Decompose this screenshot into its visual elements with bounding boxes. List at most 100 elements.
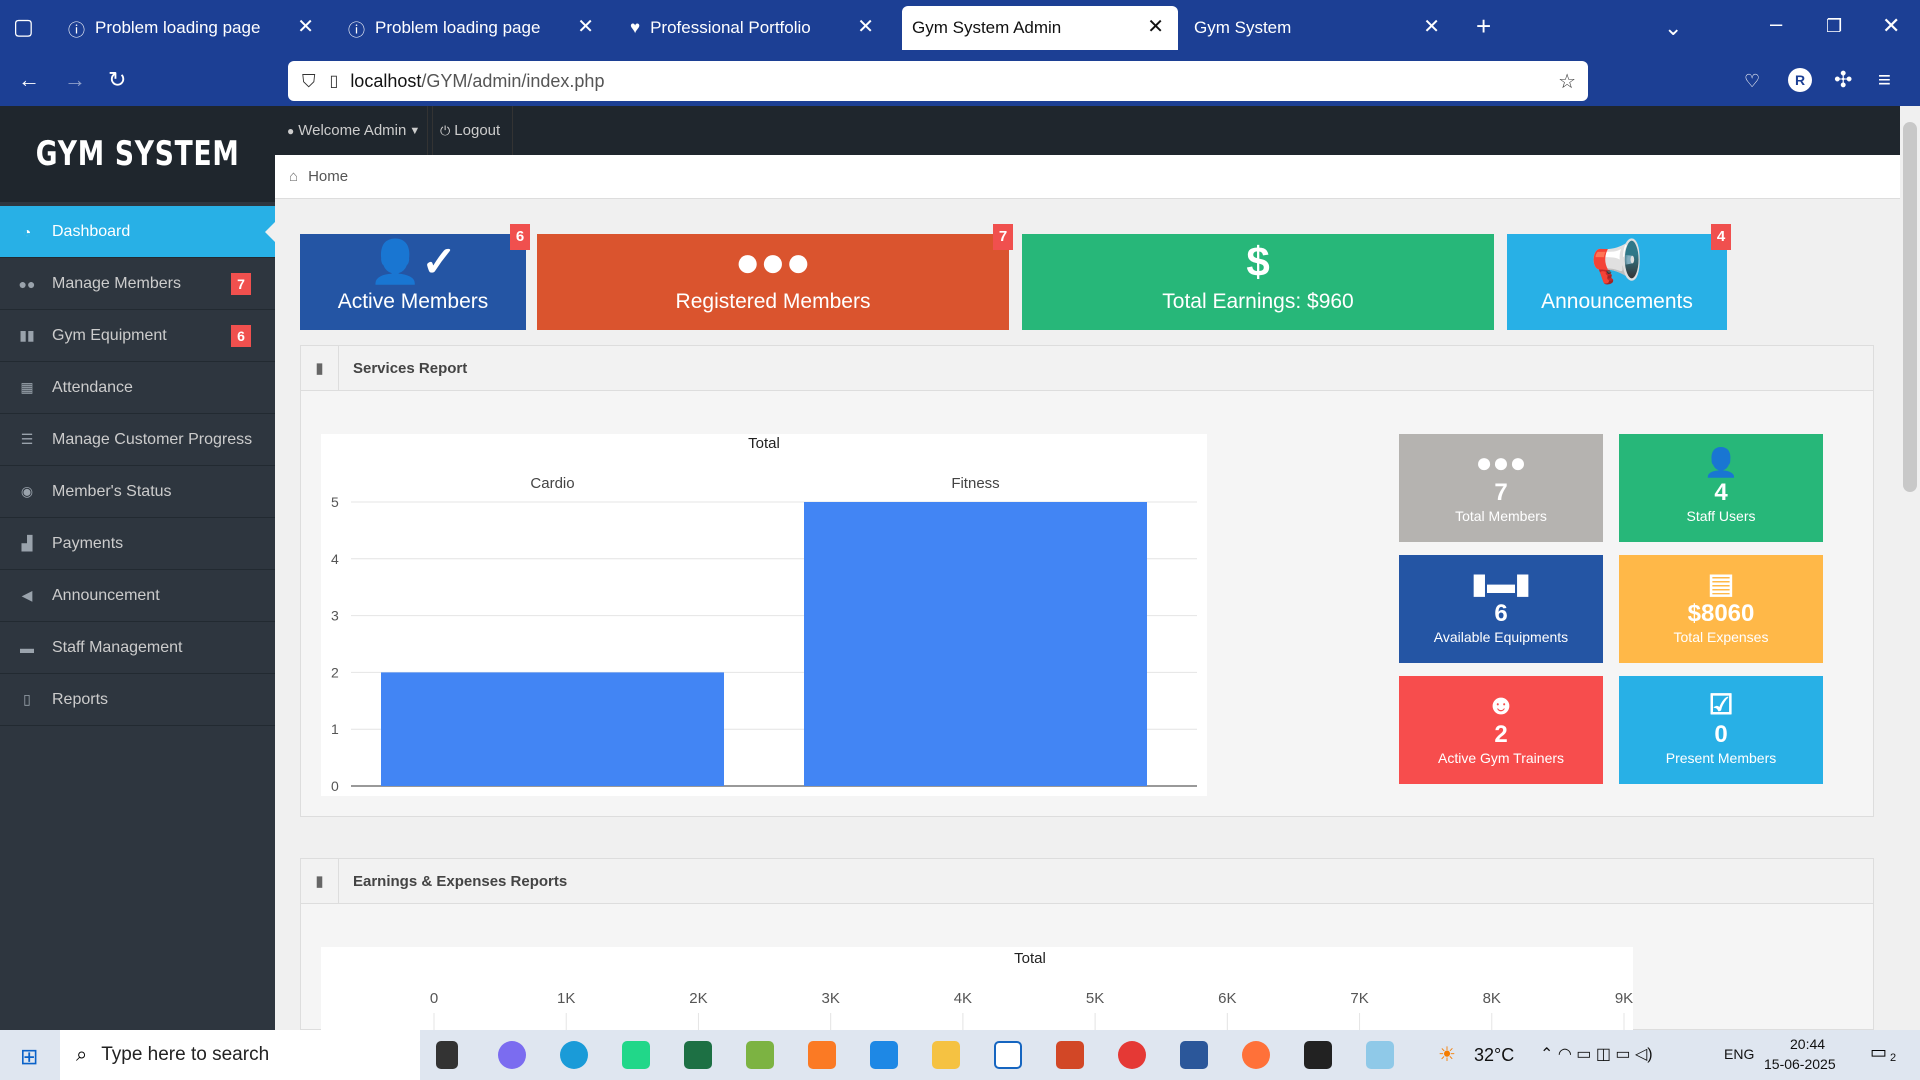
- sidebar-item-payments[interactable]: ▟ Payments: [0, 518, 275, 570]
- menu-icon[interactable]: ≡: [1878, 68, 1891, 92]
- tab-gym-admin[interactable]: Gym System Admin ✕: [902, 6, 1178, 50]
- tab-problem-1[interactable]: ⓘ Problem loading page ✕: [56, 6, 328, 50]
- stat-announcements[interactable]: 📢 Announcements 4: [1507, 224, 1731, 330]
- copilot-icon[interactable]: [498, 1041, 526, 1069]
- stat-label: Active Members: [337, 290, 489, 313]
- sidebar-item-reports[interactable]: ▯ Reports: [0, 674, 275, 726]
- count-badge: 4: [1711, 224, 1731, 250]
- vscode-icon[interactable]: [870, 1041, 898, 1069]
- url-path: /GYM/admin/index.php: [421, 70, 605, 91]
- language[interactable]: ENG: [1724, 1046, 1754, 1062]
- x-tick-label: 3K: [821, 990, 839, 1007]
- users-icon: ●●●: [734, 238, 812, 285]
- clock-time[interactable]: 20:44: [1790, 1036, 1825, 1052]
- close-icon[interactable]: ✕: [857, 16, 874, 38]
- trainer-icon: ☻: [1486, 689, 1516, 720]
- stat-label: Total Earnings: $960: [1162, 290, 1354, 313]
- notes-icon[interactable]: [1366, 1041, 1394, 1069]
- count-badge: 7: [993, 224, 1013, 250]
- system-tray-icons[interactable]: ⌃ ◠ ▭ ◫ ▭ ◁): [1540, 1044, 1653, 1064]
- photos-icon[interactable]: [746, 1041, 774, 1069]
- caret-down-icon: ▼: [409, 124, 421, 137]
- logout-label: Logout: [454, 122, 501, 139]
- close-icon[interactable]: ✕: [1423, 16, 1440, 38]
- sidebar-item-staff-management[interactable]: ▬ Staff Management: [0, 622, 275, 674]
- payment-icon: ▟: [21, 535, 33, 551]
- powerpoint-icon[interactable]: [1056, 1041, 1084, 1069]
- firefox-icon[interactable]: [1242, 1041, 1270, 1069]
- mini-active-trainers[interactable]: ☻ 2 Active Gym Trainers: [1399, 676, 1603, 784]
- new-tab-icon[interactable]: +: [1476, 13, 1491, 39]
- page-icon: ▯: [329, 73, 339, 90]
- sidebar-item-manage-members[interactable]: ●● Manage Members 7: [0, 258, 275, 310]
- taskbar-search[interactable]: ⌕ Type here to search: [60, 1030, 420, 1080]
- star-icon[interactable]: ☆: [1558, 69, 1576, 94]
- notification-icon[interactable]: ▭: [1870, 1042, 1887, 1063]
- browser-nav-bar: ← → ↻ ⛉ ▯ localhost /GYM/admin/index.php…: [0, 56, 1920, 106]
- y-tick-label: 4: [331, 551, 339, 567]
- tab-list-icon[interactable]: ⌄: [1664, 16, 1682, 40]
- restore-icon[interactable]: ❐: [1826, 14, 1842, 38]
- sidebar-item-dashboard[interactable]: ◔ Dashboard: [0, 206, 275, 258]
- mini-total-expenses[interactable]: ▤ $8060 Total Expenses: [1619, 555, 1823, 663]
- notification-count: 2: [1890, 1052, 1897, 1064]
- forward-icon[interactable]: →: [64, 68, 86, 92]
- sidebar-item-label: Member's Status: [52, 482, 172, 500]
- count-badge: 6: [510, 224, 530, 250]
- bullhorn-icon: ◀: [21, 587, 33, 603]
- close-icon[interactable]: ✕: [577, 16, 594, 38]
- sidebar-item-announcement[interactable]: ◀ Announcement: [0, 570, 275, 622]
- mini-staff-users[interactable]: 👤 4 Staff Users: [1619, 434, 1823, 542]
- pocket-icon[interactable]: ♡: [1744, 69, 1760, 93]
- minimize-icon[interactable]: –: [1770, 12, 1782, 36]
- tab-portfolio[interactable]: ♥ Professional Portfolio ✕: [616, 6, 888, 50]
- app-top-bar: ● Welcome Admin ▼ ⏻ Logout: [275, 106, 1900, 155]
- mini-available-equipments[interactable]: ▮▬▮ 6 Available Equipments: [1399, 555, 1603, 663]
- sidebar-item-gym-equipment[interactable]: ▮▮ Gym Equipment 6: [0, 310, 275, 362]
- breadcrumb-home[interactable]: Home: [308, 168, 348, 185]
- reload-icon[interactable]: ↻: [108, 68, 126, 92]
- weather-temp[interactable]: 32°C: [1474, 1045, 1514, 1066]
- tab-overview-icon[interactable]: ▢: [13, 15, 34, 39]
- count-badge: 7: [231, 273, 251, 295]
- tab-problem-2[interactable]: ⓘ Problem loading page ✕: [336, 6, 608, 50]
- logo[interactable]: GYM SYSTEM: [0, 106, 275, 202]
- stat-total-earnings[interactable]: $ Total Earnings: $960: [1022, 234, 1494, 330]
- close-icon[interactable]: ✕: [1147, 16, 1164, 38]
- clock-date[interactable]: 15-06-2025: [1764, 1056, 1836, 1072]
- extensions-icon[interactable]: ✣: [1834, 68, 1852, 92]
- mini-total-members[interactable]: ●●● 7 Total Members: [1399, 434, 1603, 542]
- panel-title: Earnings & Expenses Reports: [353, 872, 568, 890]
- invoice-icon: ▤: [1707, 568, 1735, 599]
- sidebar-item-customer-progress[interactable]: ☰ Manage Customer Progress: [0, 414, 275, 466]
- xampp-icon[interactable]: [808, 1041, 836, 1069]
- word-icon[interactable]: [1180, 1041, 1208, 1069]
- file-explorer-icon[interactable]: [932, 1041, 960, 1069]
- sidebar-item-member-status[interactable]: ◉ Member's Status: [0, 466, 275, 518]
- windows-start-icon[interactable]: ⊞: [20, 1044, 38, 1070]
- scrollbar-thumb[interactable]: [1903, 122, 1917, 492]
- app-icon[interactable]: [994, 1041, 1022, 1069]
- back-icon[interactable]: ←: [18, 68, 40, 92]
- x-tick-label: 4K: [954, 990, 972, 1007]
- address-bar[interactable]: ⛉ ▯ localhost /GYM/admin/index.php ☆: [288, 61, 1588, 101]
- file-icon: ▯: [23, 691, 31, 707]
- excel-icon[interactable]: [684, 1041, 712, 1069]
- panel-header: ▮ Services Report: [301, 346, 1873, 391]
- tab-gym-system[interactable]: Gym System ✕: [1182, 6, 1454, 50]
- mini-present-members[interactable]: ☑ 0 Present Members: [1619, 676, 1823, 784]
- sidebar-item-label: Attendance: [52, 378, 133, 396]
- close-icon[interactable]: ✕: [297, 16, 314, 38]
- stat-active-members[interactable]: 👤✓ Active Members 6: [300, 224, 530, 330]
- edge-icon[interactable]: [560, 1041, 588, 1069]
- logout-button[interactable]: ⏻ Logout: [427, 106, 514, 155]
- stat-registered-members[interactable]: ●●● Registered Members 7: [537, 224, 1013, 330]
- pycharm-icon[interactable]: [622, 1041, 650, 1069]
- close-window-icon[interactable]: ✕: [1882, 14, 1900, 38]
- account-icon[interactable]: R: [1788, 68, 1812, 92]
- sidebar-item-attendance[interactable]: ▦ Attendance: [0, 362, 275, 414]
- task-view-icon[interactable]: [436, 1041, 458, 1069]
- welcome-dropdown[interactable]: ● Welcome Admin ▼: [275, 106, 434, 155]
- terminal-icon[interactable]: [1304, 1041, 1332, 1069]
- chrome-icon[interactable]: [1118, 1041, 1146, 1069]
